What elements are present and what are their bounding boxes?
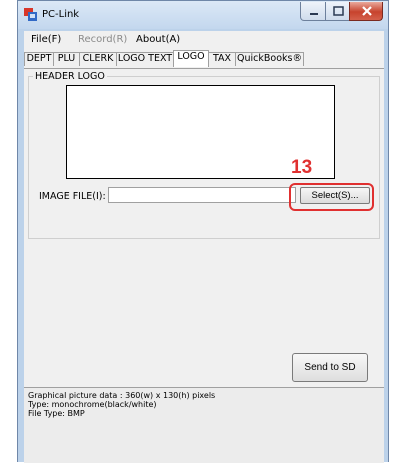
info-line-type: Type: monochrome(black/white)	[28, 400, 157, 409]
info-line-filetype: File Type: BMP	[28, 409, 85, 418]
tab-dept[interactable]: DEPT	[24, 52, 54, 66]
image-file-field[interactable]	[108, 187, 296, 203]
tab-plu[interactable]: PLU	[53, 52, 80, 66]
client-area: File(F) Record(R) About(A) DEPT PLU CLER…	[24, 31, 384, 463]
callout-number: 13	[291, 157, 313, 178]
tab-clerk[interactable]: CLERK	[79, 52, 117, 66]
menu-about[interactable]: About(A)	[136, 34, 180, 45]
app-icon	[24, 8, 37, 21]
image-file-label: IMAGE FILE(I):	[39, 191, 106, 202]
header-logo-group: HEADER LOGO IMAGE FILE(I): Select(S)...	[28, 71, 380, 239]
close-button[interactable]	[349, 2, 383, 21]
menu-file[interactable]: File(F)	[31, 34, 61, 45]
menu-bar: File(F) Record(R) About(A)	[24, 31, 384, 49]
tab-logo-text[interactable]: LOGO TEXT	[116, 52, 174, 66]
pc-link-window: PC-Link File(F) Record(R) About(A) DEPT …	[17, 0, 389, 463]
minimize-button[interactable]	[300, 2, 326, 21]
header-logo-label: HEADER LOGO	[33, 71, 107, 82]
tab-tax[interactable]: TAX	[208, 52, 236, 66]
maximize-icon	[333, 6, 344, 16]
info-line-dimensions: Graphical picture data : 360(w) x 130(h)…	[28, 391, 216, 400]
tab-divider	[24, 68, 384, 69]
window-title: PC-Link	[42, 9, 80, 20]
send-to-sd-button[interactable]: Send to SD	[292, 353, 368, 382]
info-panel: Graphical picture data : 360(w) x 130(h)…	[24, 387, 384, 463]
tab-quickbooks[interactable]: QuickBooks®	[235, 52, 304, 66]
menu-record[interactable]: Record(R)	[78, 34, 127, 45]
tab-logo[interactable]: LOGO	[173, 50, 209, 67]
tab-strip: DEPT PLU CLERK LOGO TEXT LOGO TAX QuickB…	[24, 49, 384, 69]
callout-highlight	[289, 183, 374, 211]
close-icon	[362, 6, 372, 16]
maximize-button[interactable]	[325, 2, 350, 21]
title-bar[interactable]: PC-Link	[18, 1, 388, 29]
minimize-icon	[310, 13, 318, 15]
